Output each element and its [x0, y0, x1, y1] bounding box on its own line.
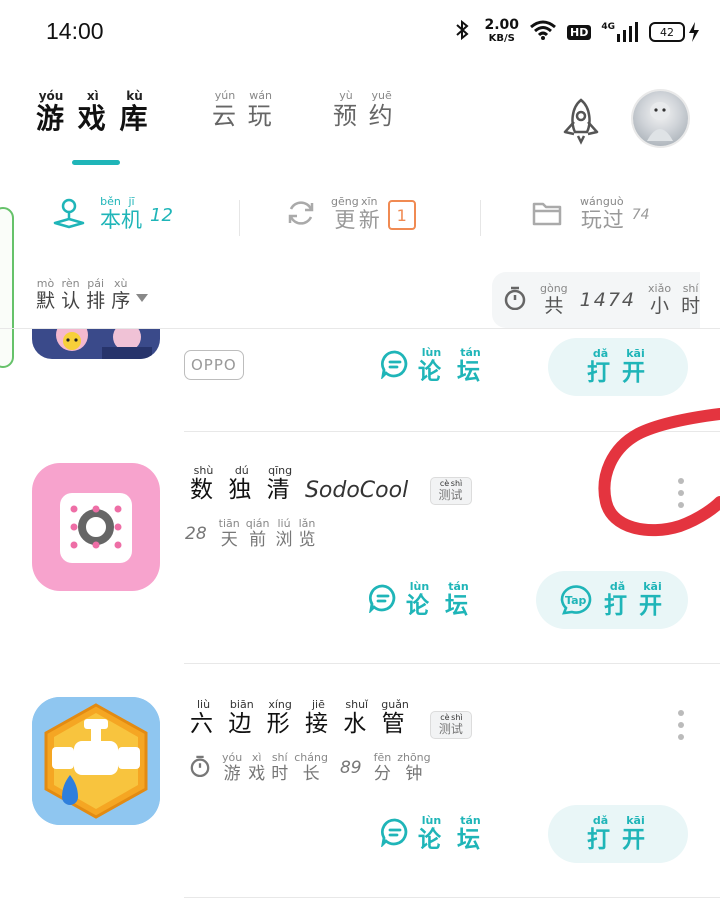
tab-reservations[interactable]: 预yù 约yuē: [333, 89, 395, 131]
battery-icon: 42: [649, 22, 700, 42]
game-icon[interactable]: [32, 697, 160, 825]
tap-label: Tap: [565, 593, 587, 607]
chat-bubble-icon: [380, 817, 410, 853]
net-speed-unit: KB/S: [488, 33, 515, 44]
play-duration: 游yóu 戏xì 时shí 长cháng 89 分fēn 钟zhōng: [190, 751, 431, 784]
forum-button[interactable]: 论lùn 坛tán: [380, 814, 484, 854]
forum-button[interactable]: 论lùn 坛tán: [368, 580, 472, 620]
signal-type: 4G: [601, 22, 615, 32]
status-time: 14:00: [46, 18, 104, 44]
game-title-latin: SodoCool: [304, 478, 409, 503]
game-icon[interactable]: [32, 329, 160, 359]
charging-icon: [689, 22, 699, 42]
filter-updates[interactable]: 更gēng 新xīn 1: [285, 195, 416, 234]
chat-bubble-icon: [368, 583, 398, 619]
timer-icon: [190, 755, 210, 782]
tab-cloud-play[interactable]: 云yún 玩wán: [212, 89, 274, 131]
tab-game-library[interactable]: 游yóu 戏xì 库kù: [36, 89, 150, 137]
played-count: 74: [631, 207, 650, 223]
hd-badge: HD: [567, 24, 592, 40]
status-bar: 14:00 2.00 KB/S HD 4G 42: [0, 0, 720, 64]
total-playtime: 共gòng 1474 小xiǎo 时shí: [492, 272, 700, 328]
game-title[interactable]: 六liù 边biān 形xíng 接jiē 水shuǐ 管guǎn 测cè 试s…: [190, 698, 472, 739]
open-button[interactable]: 打dǎ 开kāi: [548, 805, 688, 863]
test-tag: 测cè 试shì: [429, 476, 472, 505]
last-viewed: 28 天tiān 前qián 浏liú 览lǎn: [185, 517, 316, 550]
net-speed-value: 2.00: [484, 17, 519, 33]
forum-button[interactable]: 论lùn 坛tán: [380, 346, 484, 386]
local-count: 12: [150, 204, 173, 226]
update-count-badge: 1: [387, 200, 416, 230]
avatar[interactable]: [633, 91, 688, 146]
battery-level: 42: [649, 22, 685, 42]
total-hours-value: 1474: [579, 289, 637, 311]
rocket-icon[interactable]: [555, 96, 607, 146]
local-map-pin-icon: [52, 197, 86, 234]
net-speed: 2.00 KB/S: [484, 17, 519, 45]
filter-local[interactable]: 本běn 机jī 12: [52, 195, 173, 234]
divider: [239, 200, 240, 236]
open-button[interactable]: Tap 打dǎ 开kāi: [536, 571, 688, 629]
divider: [184, 897, 720, 898]
wifi-icon: [529, 19, 557, 45]
side-panel-handle[interactable]: [0, 207, 14, 368]
publisher-tag: OPPO: [184, 350, 244, 380]
red-circle-annotation: [598, 408, 720, 538]
active-tab-indicator: [72, 160, 120, 165]
refresh-icon: [285, 198, 317, 233]
more-options-icon[interactable]: [676, 710, 686, 740]
chat-bubble-icon: [380, 349, 410, 385]
game-icon[interactable]: [32, 463, 160, 591]
caret-down-icon: [136, 285, 149, 307]
divider: [184, 663, 720, 664]
timer-icon: [504, 286, 526, 315]
folder-icon: [532, 200, 562, 231]
open-button[interactable]: 打dǎ 开kāi: [548, 338, 688, 396]
bluetooth-icon: [452, 19, 474, 45]
tap-icon: Tap: [558, 585, 596, 615]
game-title[interactable]: 数shù 独dú 清qīng SodoCool 测cè 试shì: [190, 464, 472, 505]
status-icons: 2.00 KB/S HD 4G 42: [452, 14, 700, 50]
test-tag: 测cè 试shì: [429, 710, 472, 739]
filter-played[interactable]: 玩wán 过guò 74: [532, 195, 650, 234]
cell-signal-icon: 4G: [601, 22, 639, 42]
divider: [480, 200, 481, 236]
sort-dropdown[interactable]: 默mò 认rèn 排pái 序xù: [36, 277, 149, 313]
